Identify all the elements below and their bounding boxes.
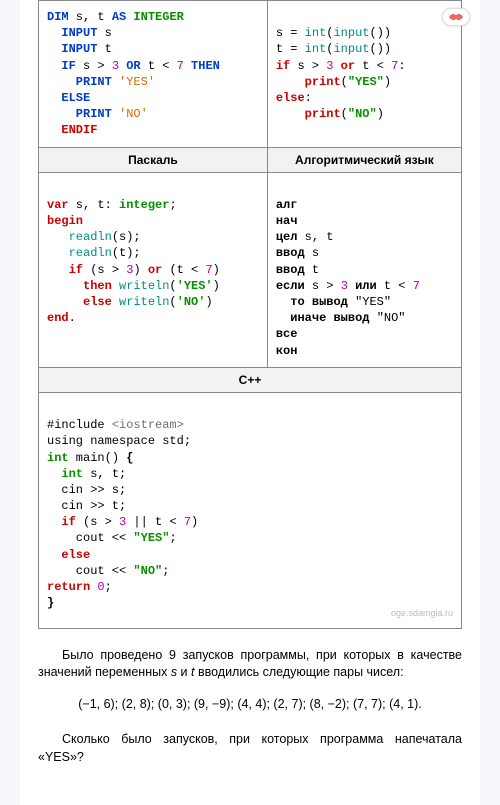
code-alg: алг нач цел s, t ввод s ввод t если s > … (267, 172, 461, 367)
code-cpp: #include <iostream> using namespace std;… (39, 392, 462, 628)
code-basic: DIM s, t AS INTEGER INPUT s INPUT t IF s… (39, 1, 268, 148)
lips-icon (448, 11, 464, 23)
code-python: s = int(input()) t = int(input()) if s >… (267, 1, 461, 148)
code-table: DIM s, t AS INTEGER INPUT s INPUT t IF s… (38, 0, 462, 629)
bookmark-button[interactable] (442, 8, 470, 26)
paragraph-2: Сколько было запусков, при которых прогр… (38, 731, 462, 766)
watermark: oge.sdamgia.ru (47, 607, 453, 619)
input-pairs: (−1, 6); (2, 8); (0, 3); (9, −9); (4, 4)… (38, 696, 462, 714)
page: DIM s, t AS INTEGER INPUT s INPUT t IF s… (20, 0, 480, 805)
header-alg: Алгоритмический язык (267, 147, 461, 172)
code-pascal: var s, t: integer; begin readln(s); read… (39, 172, 268, 367)
paragraph-1: Было проведено 9 запусков программы, при… (38, 647, 462, 682)
header-cpp: С++ (39, 367, 462, 392)
header-pascal: Паскаль (39, 147, 268, 172)
